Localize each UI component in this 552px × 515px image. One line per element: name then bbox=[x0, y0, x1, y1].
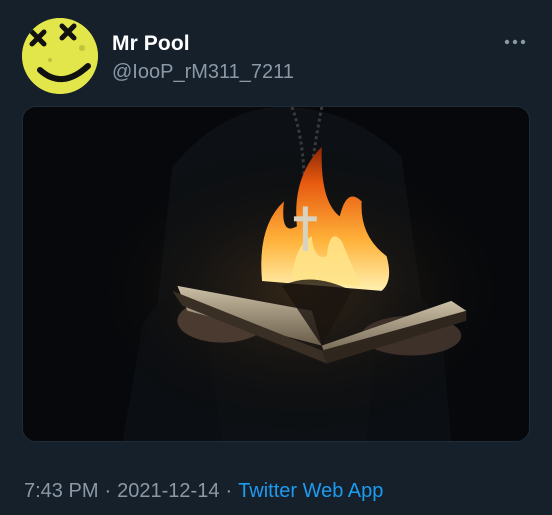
smiley-face-avatar-icon bbox=[22, 18, 98, 94]
avatar[interactable] bbox=[22, 18, 98, 94]
tweet-source-link[interactable]: Twitter Web App bbox=[238, 480, 383, 502]
tweet-date[interactable]: 2021-12-14 bbox=[117, 480, 219, 502]
more-options-button[interactable] bbox=[498, 30, 532, 54]
burning-book-photo bbox=[23, 107, 529, 441]
tweet-card: Mr Pool @IooP_rM311_7211 7:43 PM · 2021-… bbox=[0, 0, 552, 515]
user-handle[interactable]: @IooP_rM311_7211 bbox=[112, 61, 294, 84]
tweet-time[interactable]: 7:43 PM bbox=[24, 480, 98, 502]
display-name[interactable]: Mr Pool bbox=[112, 32, 190, 56]
tweet-media-image[interactable] bbox=[22, 106, 530, 442]
meta-separator: · bbox=[104, 480, 112, 502]
meta-separator: · bbox=[225, 480, 233, 502]
more-options-icon bbox=[504, 39, 526, 45]
tweet-metadata: 7:43 PM · 2021-12-14 · Twitter Web App bbox=[24, 480, 383, 503]
